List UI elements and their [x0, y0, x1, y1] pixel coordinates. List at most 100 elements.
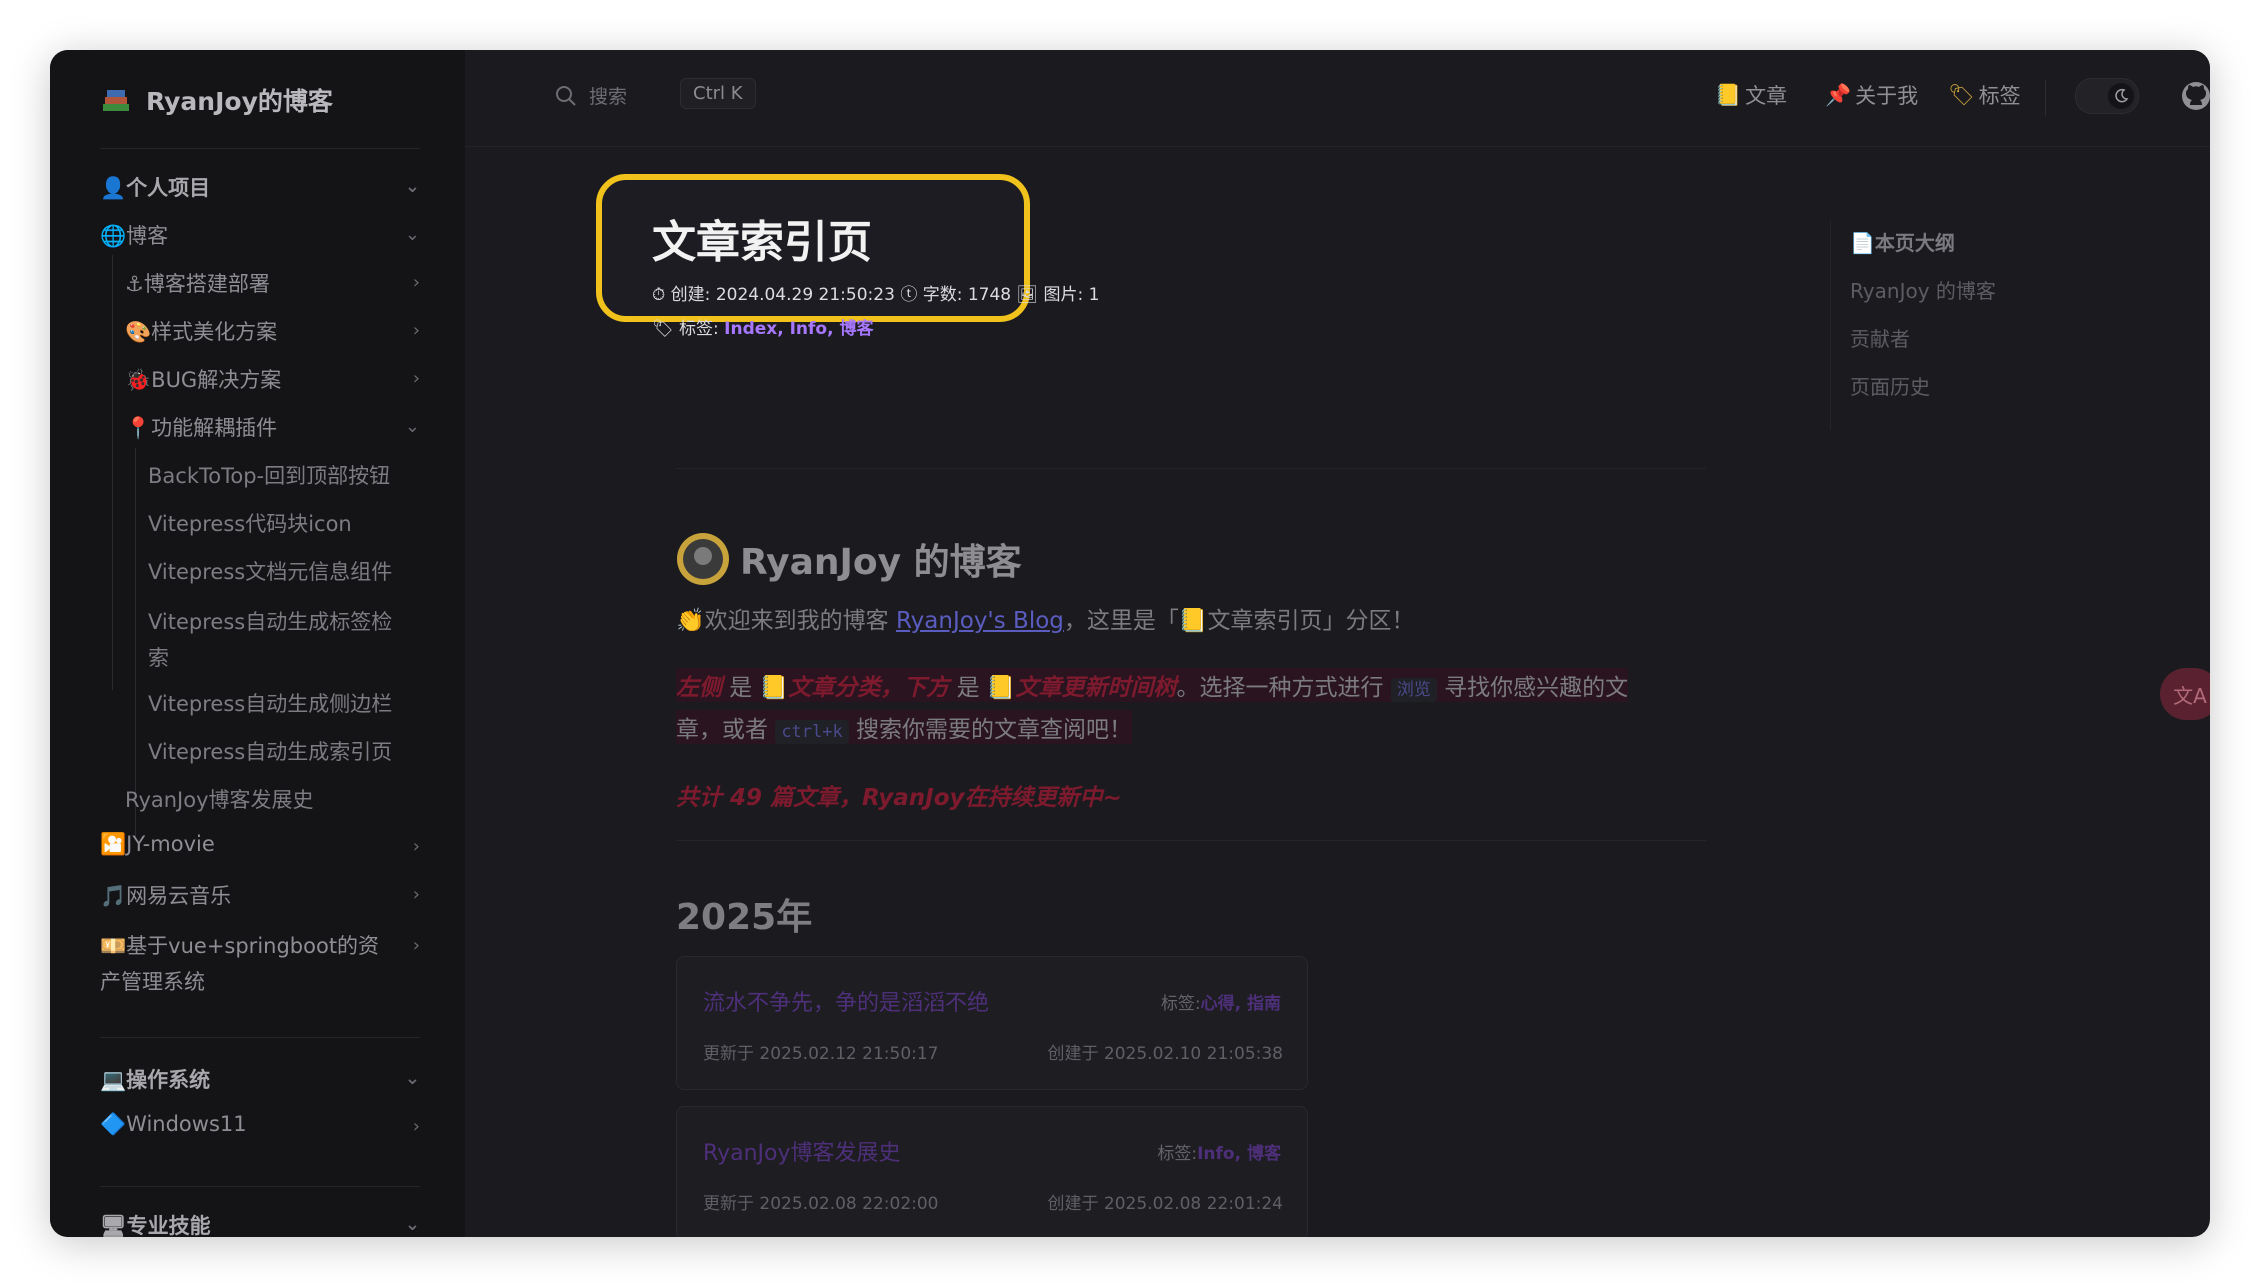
sidebar-item-netease-music[interactable]: 🎵网易云音乐 › — [100, 880, 420, 910]
pin-icon: 📍 — [125, 416, 152, 440]
intro-paragraph: 👏欢迎来到我的博客 RyanJoy's Blog，这里是「📒文章索引页」分区！ — [676, 608, 1415, 634]
image-icon: 🖼 — [1016, 285, 1039, 305]
word-count-icon: ⓣ — [900, 285, 918, 305]
divider — [100, 1037, 420, 1038]
nav-articles[interactable]: 📒 文章 — [1715, 80, 1787, 110]
sidebar-item-bug[interactable]: 🐞BUG解决方案 › — [125, 364, 420, 394]
moon-icon — [2108, 83, 2134, 109]
translate-icon: 文A — [2173, 683, 2207, 708]
github-icon[interactable] — [2180, 80, 2210, 116]
chevron-right-icon[interactable]: › — [413, 884, 420, 905]
chevron-right-icon[interactable]: › — [413, 272, 420, 293]
article-heading: RyanJoy 的博客 — [676, 532, 1022, 586]
article-title[interactable]: RyanJoy博客发展史 — [703, 1135, 901, 1167]
tag-icon: 🏷 — [1948, 82, 1975, 107]
year-heading: 2025年 — [676, 897, 813, 938]
chevron-down-icon[interactable]: ⌄ — [405, 416, 420, 437]
nav-indent-line — [112, 255, 113, 690]
sidebar-item-backtotop[interactable]: BackToTop-回到顶部按钮 — [148, 460, 420, 490]
search-icon — [556, 85, 576, 106]
sidebar-item-blog-deploy[interactable]: ⚓博客搭建部署 › — [125, 268, 420, 298]
article-card[interactable]: RyanJoy博客发展史 标签:Info, 博客 更新于 2025.02.08 … — [676, 1106, 1308, 1237]
search-button[interactable]: 搜索 — [555, 82, 627, 109]
page-title: 文章索引页 — [652, 217, 872, 268]
cash-icon: 💴 — [100, 934, 127, 958]
image-count: 1 — [1088, 285, 1100, 305]
sidebar-item-codeblock-icon[interactable]: Vitepress代码块icon — [148, 508, 420, 538]
chevron-right-icon[interactable]: › — [413, 1116, 420, 1137]
sidebar-item-auto-sidebar[interactable]: Vitepress自动生成侧边栏 — [148, 688, 420, 718]
person-icon: 👤 — [100, 176, 127, 200]
sidebar-item-style[interactable]: 🎨样式美化方案 › — [125, 316, 420, 346]
chevron-right-icon[interactable]: › — [413, 836, 420, 857]
sidebar-item-tag-search[interactable]: Vitepress自动生成标签检索 — [148, 604, 398, 676]
sidebar-item-windows11[interactable]: 🔷Windows11 › — [100, 1112, 420, 1137]
top-bar: 搜索 Ctrl K 📒 文章 📌 关于我 🏷 标签 — [465, 50, 2210, 146]
chevron-down-icon[interactable]: ⌄ — [405, 1214, 420, 1235]
outline-item[interactable]: RyanJoy 的博客 — [1850, 275, 1996, 304]
sidebar-item-blog-history[interactable]: RyanJoy博客发展史 — [125, 784, 420, 814]
sidebar-section-skills[interactable]: 🖥专业技能 ⌄ — [100, 1210, 420, 1237]
translate-button[interactable]: 文A — [2160, 668, 2210, 720]
hero-tags[interactable]: Index, Info, 博客 — [724, 319, 873, 339]
sidebar-item-auto-index[interactable]: Vitepress自动生成索引页 — [148, 736, 420, 766]
laptop-icon: 💻 — [100, 1068, 127, 1092]
diamond-icon: 🔷 — [100, 1112, 127, 1136]
browse-code: 浏览 — [1390, 678, 1437, 702]
word-count: 1748 — [967, 285, 1012, 305]
outline-item[interactable]: 贡献者 — [1850, 323, 1910, 352]
brand[interactable]: RyanJoy的博客 — [100, 80, 333, 120]
article-tags: 标签:Info, 博客 — [1157, 1144, 1281, 1164]
notebook-icon: 📒 — [1715, 82, 1742, 107]
chevron-down-icon[interactable]: ⌄ — [405, 1068, 420, 1089]
music-icon: 🎵 — [100, 884, 127, 908]
anchor-icon: ⚓ — [125, 272, 144, 296]
sidebar-item-asset-system[interactable]: 💴基于vue+springboot的资产管理系统 › — [100, 928, 420, 1000]
sidebar-item-plugins[interactable]: 📍功能解耦插件 ⌄ — [125, 412, 420, 442]
chevron-down-icon[interactable]: ⌄ — [405, 176, 420, 197]
page-icon: 📄 — [1850, 231, 1875, 255]
search-shortcut: Ctrl K — [680, 78, 756, 109]
sidebar: RyanJoy的博客 👤个人项目 ⌄ 🌐博客 ⌄ ⚓博客搭建部署 › 🎨样式美化… — [50, 50, 465, 1237]
globe-icon: 🌐 — [100, 224, 127, 248]
article-tags: 标签:心得, 指南 — [1160, 994, 1281, 1014]
chevron-right-icon[interactable]: › — [413, 928, 420, 964]
sidebar-section-personal-projects[interactable]: 👤个人项目 ⌄ — [100, 172, 420, 202]
sidebar-section-os[interactable]: 💻操作系统 ⌄ — [100, 1064, 420, 1094]
chevron-down-icon[interactable]: ⌄ — [405, 224, 420, 245]
divider — [100, 1186, 420, 1187]
desktop-icon: 🖥 — [100, 1214, 127, 1237]
meta-line: ⏱ 创建: 2024.04.29 21:50:23 ⓣ 字数: 1748 🖼 图… — [652, 285, 1100, 305]
divider — [676, 468, 1706, 469]
tags-line: 🏷 标签: Index, Info, 博客 — [652, 319, 874, 339]
brand-title: RyanJoy的博客 — [146, 87, 333, 116]
article-card[interactable]: 流水不争先，争的是滔滔不绝 标签:心得, 指南 更新于 2025.02.12 2… — [676, 956, 1308, 1090]
divider — [2045, 80, 2046, 116]
article-updated: 更新于 2025.02.12 21:50:17 — [703, 1044, 939, 1064]
theme-toggle[interactable] — [2075, 78, 2139, 114]
divider — [100, 148, 420, 149]
notebook-icon: 📒 — [759, 675, 789, 701]
outline-item[interactable]: 页面历史 — [1850, 371, 1930, 400]
pin-icon: 📌 — [1825, 82, 1852, 107]
notebook-icon: 📒 — [1178, 608, 1208, 634]
film-icon: 🎦 — [100, 832, 127, 856]
nav-tags[interactable]: 🏷 标签 — [1948, 80, 2021, 110]
article-title[interactable]: 流水不争先，争的是滔滔不绝 — [703, 985, 989, 1017]
outline-title: 📄本页大纲 — [1850, 231, 1955, 255]
blog-link[interactable]: RyanJoy's Blog — [896, 608, 1064, 634]
tag-icon: 🏷 — [652, 319, 674, 339]
guide-paragraph-line2: 章，或者 ctrl+k 搜索你需要的文章查阅吧！ — [676, 710, 1133, 744]
article-created: 创建于 2025.02.10 21:05:38 — [1047, 1044, 1284, 1064]
guide-paragraph-line1: 左侧 是 📒文章分类，下方 是 📒文章更新时间树。选择一种方式进行 浏览 寻找你… — [676, 668, 1629, 702]
avatar — [677, 533, 729, 585]
sidebar-item-jy-movie[interactable]: 🎦JY-movie › — [100, 832, 420, 857]
sidebar-item-doc-meta[interactable]: Vitepress文档元信息组件 — [148, 556, 420, 586]
nav-about[interactable]: 📌 关于我 — [1825, 80, 1918, 110]
chevron-right-icon[interactable]: › — [413, 368, 420, 389]
bug-icon: 🐞 — [125, 368, 152, 392]
sidebar-item-blog[interactable]: 🌐博客 ⌄ — [100, 220, 420, 250]
chevron-right-icon[interactable]: › — [413, 320, 420, 341]
notebook-icon: 📒 — [986, 675, 1016, 701]
hero-card: 文章索引页 ⏱ 创建: 2024.04.29 21:50:23 ⓣ 字数: 17… — [596, 174, 1100, 339]
